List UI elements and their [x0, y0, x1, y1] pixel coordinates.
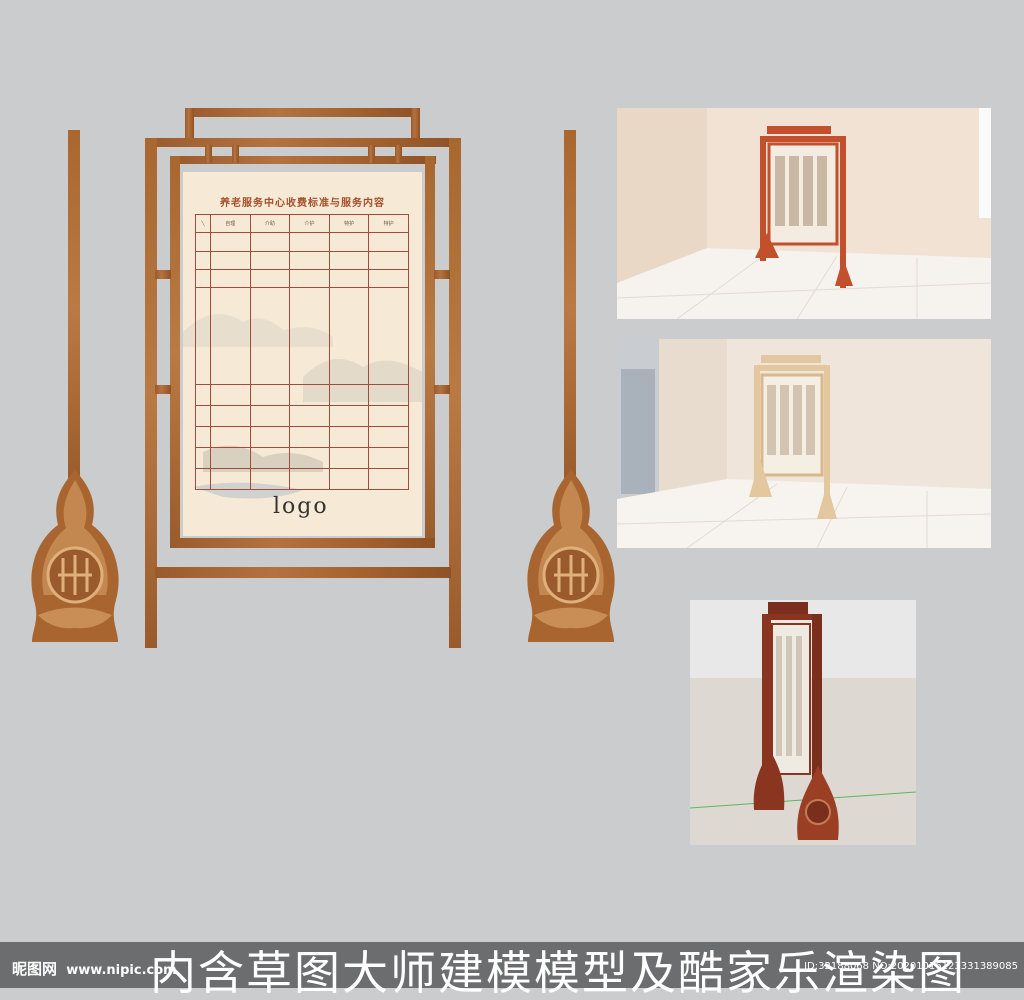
table-row: [195, 447, 409, 469]
room-red-icon: [617, 108, 991, 319]
watermark-site-name: 昵图网: [12, 960, 58, 978]
table-row: [195, 384, 409, 406]
rail-l2: [155, 385, 171, 394]
leg-left-pole: [68, 130, 80, 485]
carved-foot-right-icon: [527, 470, 615, 642]
poster-panel: 养老服务中心收费标准与服务内容 ╲ 自理 介助 介护 特护 特护 logo: [183, 172, 422, 536]
column-header: 特护: [368, 214, 409, 233]
table-row: [195, 468, 409, 490]
top-frame-post-r2: [368, 145, 375, 163]
table-row: [195, 232, 409, 252]
table-row: [195, 287, 409, 385]
top-frame-right: [411, 108, 420, 140]
corner-cell: ╲: [195, 214, 211, 233]
top-frame-post-l2: [232, 145, 239, 163]
board-title: 养老服务中心收费标准与服务内容: [220, 198, 385, 209]
top-frame-left: [185, 108, 194, 140]
table-header-row: ╲ 自理 介助 介护 特护 特护: [195, 214, 409, 233]
rail-r1: [434, 270, 450, 279]
leg-right-pole: [564, 130, 576, 485]
top-frame-bar: [145, 138, 461, 147]
top-frame-outer: [185, 108, 420, 117]
room-wood-icon: [617, 339, 991, 548]
top-frame-post-r: [395, 145, 402, 163]
table-row: [195, 269, 409, 288]
board-logo: logo: [273, 494, 329, 519]
table-row: [195, 426, 409, 448]
bottom-rail: [155, 567, 451, 578]
table-row: [195, 405, 409, 427]
inner-bottom-bar: [170, 538, 435, 548]
render-photo-red: [617, 108, 991, 319]
column-header: 自理: [210, 214, 251, 233]
sketchup-model-icon: [690, 600, 916, 845]
carved-foot-left-icon: [31, 470, 119, 642]
render-photo-wood: [617, 339, 991, 548]
watermark-site: 昵图网 www.nipic.com: [12, 958, 177, 979]
rail-r2: [434, 385, 450, 394]
column-header: 特护: [328, 214, 370, 233]
top-frame-post-l: [205, 145, 212, 163]
watermark-site-url: www.nipic.com: [66, 963, 177, 978]
column-header: 介护: [289, 214, 330, 233]
inner-post-right: [425, 156, 435, 548]
table-row: [195, 251, 409, 270]
rail-l1: [155, 270, 171, 279]
inner-post-left: [170, 156, 180, 548]
column-header: 介助: [249, 214, 291, 233]
footer-caption: 内含草图大师建模模型及酷家乐渲染图: [150, 946, 966, 1000]
fee-table: ╲ 自理 介助 介护 特护 特护: [195, 214, 409, 490]
watermark-image-id: ID:32188068 NO:20201016123331389085: [804, 961, 1018, 972]
render-photo-model: [690, 600, 916, 845]
